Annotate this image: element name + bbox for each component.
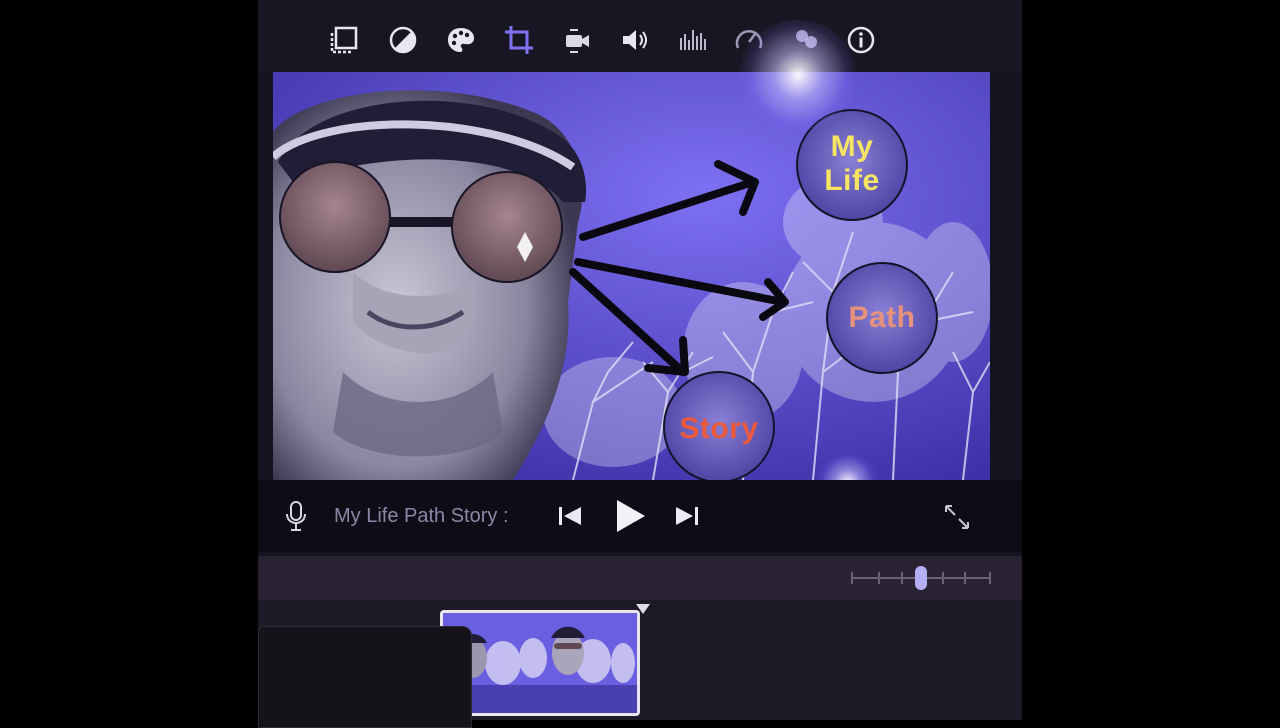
bubble-label-story: Story — [679, 412, 759, 445]
zoom-tick — [942, 572, 944, 584]
video-preview[interactable]: My Life Path Story — [273, 72, 990, 480]
info-icon[interactable] — [843, 22, 879, 58]
overlay-icon[interactable] — [326, 22, 362, 58]
equalizer-icon[interactable] — [675, 22, 711, 58]
zoom-tick — [989, 572, 991, 584]
bubble-label-my-life: My Life — [824, 130, 880, 197]
play-icon[interactable] — [610, 496, 650, 536]
clip-thumbnail — [443, 613, 637, 713]
playhead[interactable] — [636, 604, 650, 614]
palette-icon[interactable] — [443, 22, 479, 58]
zoom-tick — [901, 572, 903, 584]
person — [273, 90, 587, 480]
crop-icon[interactable] — [501, 22, 537, 58]
zoom-tick — [851, 572, 853, 584]
project-title: My Life Path Story : — [334, 505, 509, 527]
skip-forward-icon[interactable] — [672, 501, 702, 531]
zoom-slider-knob[interactable] — [915, 566, 927, 590]
stabilize-icon[interactable] — [559, 22, 595, 58]
foreground-device — [258, 626, 472, 728]
filter-icon[interactable] — [385, 22, 421, 58]
skip-back-icon[interactable] — [555, 501, 585, 531]
bubble-label-path: Path — [848, 301, 916, 334]
microphone-icon[interactable] — [282, 498, 310, 534]
fullscreen-icon[interactable] — [941, 501, 973, 533]
speed-icon[interactable] — [731, 22, 767, 58]
zoom-tick — [878, 572, 880, 584]
noise-icon[interactable] — [788, 22, 824, 58]
zoom-tick — [964, 572, 966, 584]
volume-icon[interactable] — [617, 22, 653, 58]
